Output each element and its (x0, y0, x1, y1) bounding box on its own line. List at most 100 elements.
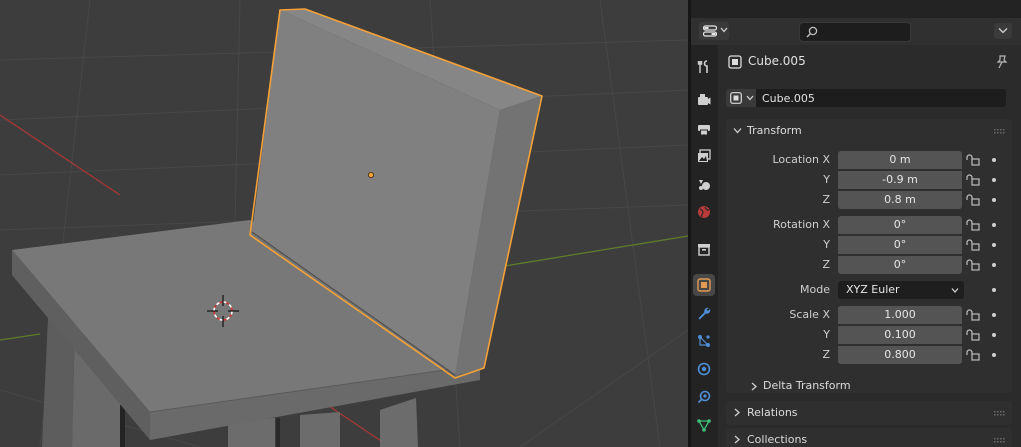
location-x-row: Location X 0 m (726, 150, 1012, 170)
scale-z-label: Z (822, 348, 830, 361)
delta-transform-title: Delta Transform (763, 379, 851, 392)
location-z-label: Z (822, 193, 830, 206)
box-icon (698, 244, 710, 256)
keyframe-dot-icon[interactable] (992, 198, 996, 202)
transform-panel: Transform Location X 0 m Y -0.9 m Z 0.8 … (726, 119, 1012, 393)
editor-type-dropdown[interactable] (699, 22, 729, 40)
collections-panel-title: Collections (747, 433, 808, 446)
rotation-y-label: Y (823, 238, 830, 251)
render-tab[interactable] (693, 89, 715, 111)
keyframe-dot-icon[interactable] (992, 288, 996, 292)
keyframe-dot-icon[interactable] (992, 223, 996, 227)
object-name-row: Cube.005 (726, 88, 1012, 108)
physics-tab[interactable] (693, 358, 715, 380)
scene-icon (699, 180, 710, 190)
viewport-scene (0, 0, 688, 447)
world-icon (698, 206, 710, 218)
3d-viewport[interactable] (0, 0, 688, 447)
collections-panel-header[interactable]: Collections (726, 428, 1012, 447)
scene-tab[interactable] (693, 173, 715, 195)
world-tab[interactable] (693, 201, 715, 223)
top-strip (691, 0, 1021, 18)
particles-tab[interactable] (693, 330, 715, 352)
unlock-icon[interactable] (966, 154, 980, 166)
unlock-icon[interactable] (966, 219, 980, 231)
scale-z-row: Z 0.800 (726, 345, 1012, 365)
location-y-field[interactable]: -0.9 m (838, 171, 962, 189)
relations-panel: Relations (726, 401, 1012, 425)
output-tab[interactable] (693, 118, 715, 140)
header-options-dropdown[interactable] (994, 23, 1012, 39)
constraint-icon (697, 390, 711, 404)
chevron-down-icon (733, 128, 742, 134)
keyframe-dot-icon[interactable] (992, 333, 996, 337)
y-axis-line-left (0, 333, 41, 341)
chevron-right-icon (734, 435, 740, 444)
scale-x-row: Scale X 1.000 (726, 305, 1012, 325)
location-x-field[interactable]: 0 m (838, 151, 962, 169)
x-axis-line (0, 114, 121, 196)
properties-editor: Cube.005 Cube.005 Transform Location X 0… (691, 0, 1021, 447)
rotation-y-field[interactable]: 0° (838, 236, 962, 254)
object-browse-dropdown[interactable] (726, 89, 756, 107)
constraints-tab[interactable] (693, 386, 715, 408)
keyframe-dot-icon[interactable] (992, 243, 996, 247)
chevron-down-icon (998, 28, 1008, 34)
chevron-right-icon (734, 408, 740, 417)
keyframe-dot-icon[interactable] (992, 353, 996, 357)
printer-icon (698, 125, 710, 136)
collections-panel: Collections (726, 428, 1012, 447)
context-object-name: Cube.005 (748, 54, 806, 68)
unlock-icon[interactable] (966, 239, 980, 251)
keyframe-dot-icon[interactable] (992, 178, 996, 182)
collection-tab[interactable] (693, 238, 715, 260)
data-tab[interactable] (693, 414, 715, 436)
delta-transform-header[interactable]: Delta Transform (726, 374, 1012, 394)
scale-z-field[interactable]: 0.800 (838, 346, 962, 364)
location-z-field[interactable]: 0.8 m (838, 191, 962, 209)
drag-grip-icon[interactable] (994, 438, 1006, 443)
search-input[interactable] (799, 22, 911, 42)
drag-grip-icon[interactable] (994, 411, 1006, 416)
location-y-label: Y (823, 173, 830, 186)
rotation-mode-select[interactable]: XYZ Euler (838, 281, 964, 299)
scale-x-field[interactable]: 1.000 (838, 306, 962, 324)
wrench-icon (698, 307, 711, 320)
unlock-icon[interactable] (966, 309, 980, 321)
image-stack-icon (698, 149, 711, 162)
view-layer-tab[interactable] (693, 145, 715, 167)
chevron-right-icon (751, 382, 757, 391)
physics-icon (697, 362, 711, 376)
unlock-icon[interactable] (966, 259, 980, 271)
keyframe-dot-icon[interactable] (992, 263, 996, 267)
object-name-field[interactable]: Cube.005 (756, 89, 1006, 107)
particles-icon (698, 335, 710, 347)
properties-editor-icon (703, 25, 717, 37)
object-tab[interactable] (693, 274, 715, 296)
unlock-icon[interactable] (966, 174, 980, 186)
rotation-mode-value: XYZ Euler (846, 283, 900, 296)
pin-icon[interactable] (996, 55, 1008, 69)
relations-panel-header[interactable]: Relations (726, 401, 1012, 425)
rotation-z-field[interactable]: 0° (838, 256, 962, 274)
unlock-icon[interactable] (966, 329, 980, 341)
unlock-icon[interactable] (966, 349, 980, 361)
keyframe-dot-icon[interactable] (992, 158, 996, 162)
scale-y-field[interactable]: 0.100 (838, 326, 962, 344)
relations-panel-title: Relations (747, 406, 798, 419)
chevron-down-icon (720, 27, 728, 33)
rotation-y-row: Y 0° (726, 235, 1012, 255)
render-camera-icon (698, 94, 711, 105)
transform-panel-header[interactable]: Transform (726, 119, 1012, 143)
object-icon (728, 55, 742, 69)
drag-grip-icon[interactable] (994, 129, 1006, 134)
unlock-icon[interactable] (966, 194, 980, 206)
rotation-x-field[interactable]: 0° (838, 216, 962, 234)
rotation-mode-label: Mode (800, 283, 830, 296)
keyframe-dot-icon[interactable] (992, 313, 996, 317)
tool-tab[interactable] (693, 56, 715, 78)
chevron-down-icon (746, 95, 754, 101)
location-y-row: Y -0.9 m (726, 170, 1012, 190)
modifiers-tab[interactable] (693, 302, 715, 324)
scale-x-label: Scale X (789, 308, 830, 321)
